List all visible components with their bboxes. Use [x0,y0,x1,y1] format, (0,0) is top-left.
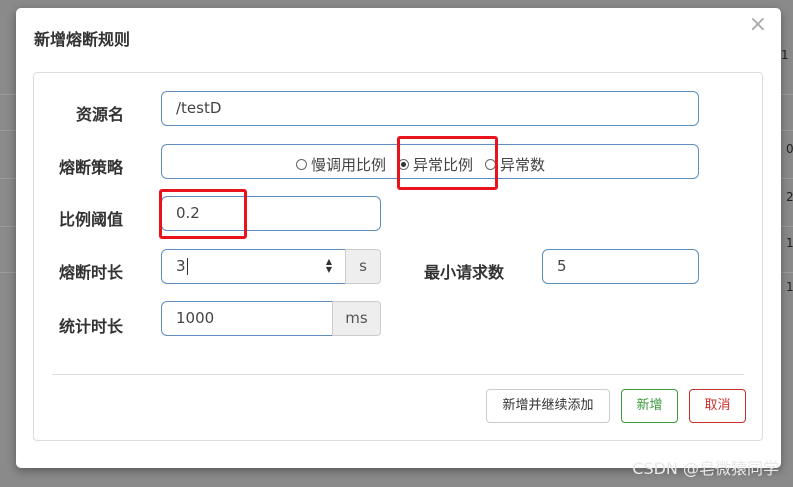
form-divider [52,374,744,375]
highlight-box [397,136,498,190]
background-edge-text: 1 [786,236,793,250]
background-edge-text: 1 [786,280,793,294]
highlight-box [159,189,247,239]
resource-label: 资源名 [76,105,125,124]
strategy-label: 熔断策略 [59,158,124,177]
add-button[interactable]: 新增 [621,389,678,423]
radio-slow-call-ratio[interactable]: 慢调用比例 [296,154,386,175]
ratio-label: 比例阈值 [59,210,124,229]
close-icon[interactable]: × [749,14,767,36]
text-caret [186,258,188,275]
stepper-icon[interactable]: ▲ ▼ [323,258,335,276]
duration-label: 熔断时长 [59,263,124,282]
background-edge-text: 0 [786,142,793,156]
watermark: CSDN @皂微猿同学 [632,459,779,478]
background-edge-text: 1 [781,48,789,62]
radio-unchecked-icon [296,159,307,170]
stat-duration-label: 统计时长 [59,317,124,336]
duration-unit: s [345,249,381,284]
cancel-button[interactable]: 取消 [689,389,746,423]
radio-label: 异常数 [500,156,546,174]
background-edge-text: 2 [786,190,793,204]
dialog-title: 新增熔断规则 [34,30,131,49]
add-and-continue-button[interactable]: 新增并继续添加 [486,389,610,423]
resource-input[interactable]: /testD [161,91,699,126]
form-panel: 资源名 /testD 熔断策略 慢调用比例 异常比例 异常数 比例阈值 0.2 … [33,72,763,441]
stat-duration-unit: ms [332,301,381,336]
duration-value: 3 [176,257,186,275]
stat-duration-input[interactable]: 1000 [161,301,333,336]
min-requests-input[interactable]: 5 [542,249,699,284]
radio-label: 慢调用比例 [311,156,387,174]
add-circuit-breaker-dialog: 新增熔断规则 × 资源名 /testD 熔断策略 慢调用比例 异常比例 异常数 … [16,8,781,468]
min-requests-label: 最小请求数 [424,263,505,282]
duration-input[interactable]: 3 ▲ ▼ [161,249,346,284]
